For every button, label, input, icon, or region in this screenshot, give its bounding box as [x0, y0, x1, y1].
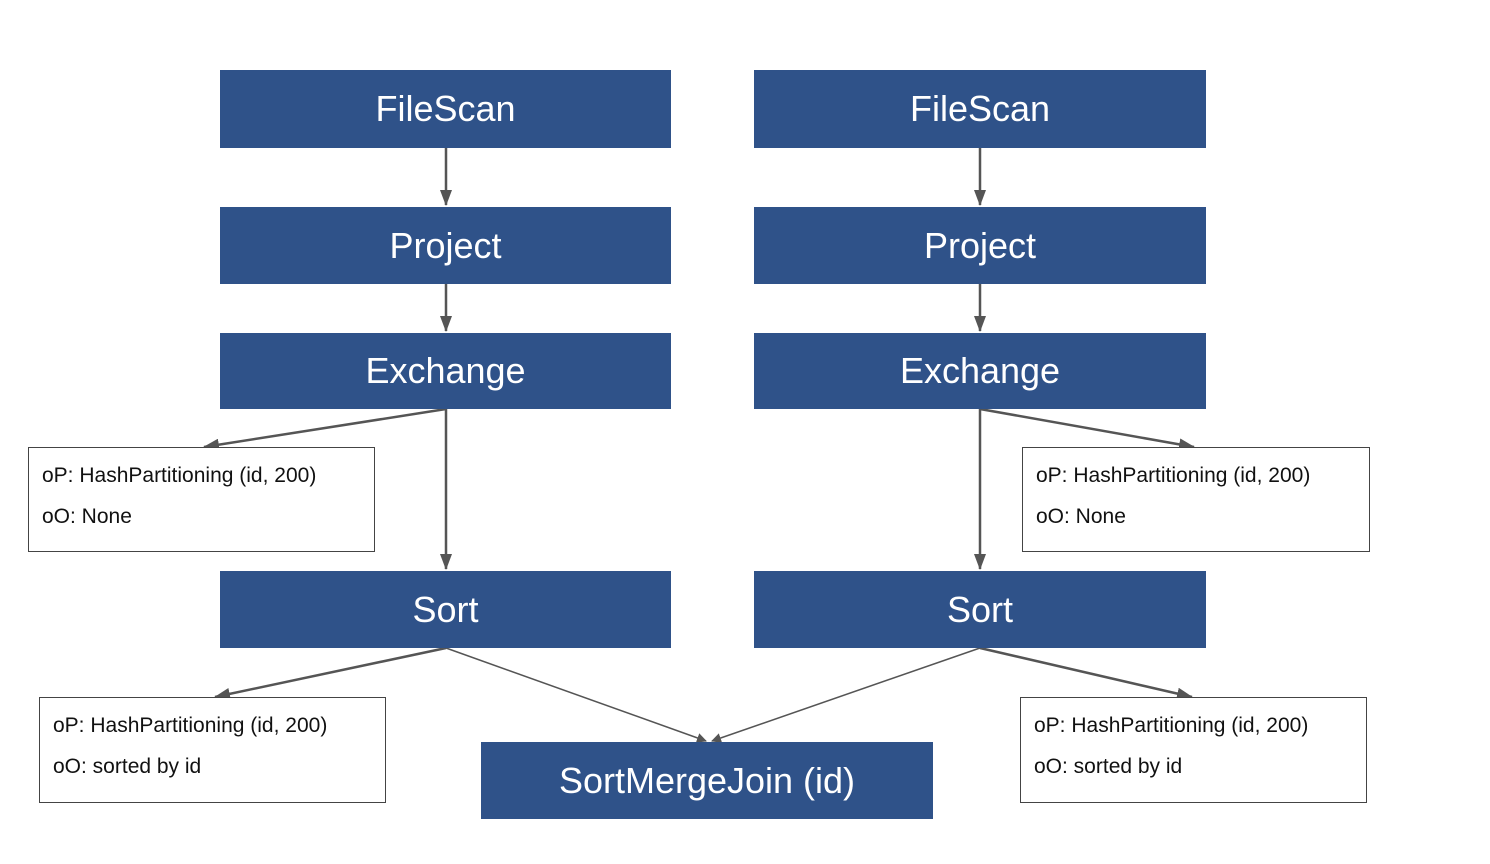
right-sort-info-box: oP: HashPartitioning (id, 200) oO: sorte…	[1020, 697, 1367, 803]
output-ordering: oO: None	[42, 505, 132, 528]
edge-right-sort-join	[711, 647, 981, 743]
output-partitioning: oP: HashPartitioning (id, 200)	[1034, 714, 1309, 737]
output-partitioning: oP: HashPartitioning (id, 200)	[42, 464, 317, 487]
output-partitioning: oP: HashPartitioning (id, 200)	[1036, 464, 1311, 487]
left-sort-info-box: oP: HashPartitioning (id, 200) oO: sorte…	[39, 697, 386, 803]
left-exchange-node: Exchange	[220, 333, 671, 409]
edge-right-sort-info	[979, 646, 1193, 700]
output-partitioning: oP: HashPartitioning (id, 200)	[53, 714, 328, 737]
right-exchange-info-box: oP: HashPartitioning (id, 200) oO: None	[1022, 447, 1370, 552]
edge-left-sort-join	[445, 647, 707, 743]
output-ordering: oO: sorted by id	[53, 755, 202, 778]
left-filescan-node: FileScan	[220, 70, 671, 148]
right-project-node: Project	[754, 207, 1206, 284]
left-exchange-info-box: oP: HashPartitioning (id, 200) oO: None	[28, 447, 375, 552]
right-exchange-node: Exchange	[754, 333, 1206, 409]
sortmergejoin-node: SortMergeJoin (id)	[481, 742, 933, 819]
right-filescan-node: FileScan	[754, 70, 1206, 148]
output-ordering: oO: sorted by id	[1034, 755, 1183, 778]
edge-right-exchange-info	[979, 407, 1195, 451]
left-sort-node: Sort	[220, 571, 671, 648]
right-sort-node: Sort	[754, 571, 1206, 648]
left-project-node: Project	[220, 207, 671, 284]
edge-left-sort-info	[214, 646, 447, 700]
output-ordering: oO: None	[1036, 505, 1126, 528]
edge-left-exchange-info	[203, 407, 447, 451]
